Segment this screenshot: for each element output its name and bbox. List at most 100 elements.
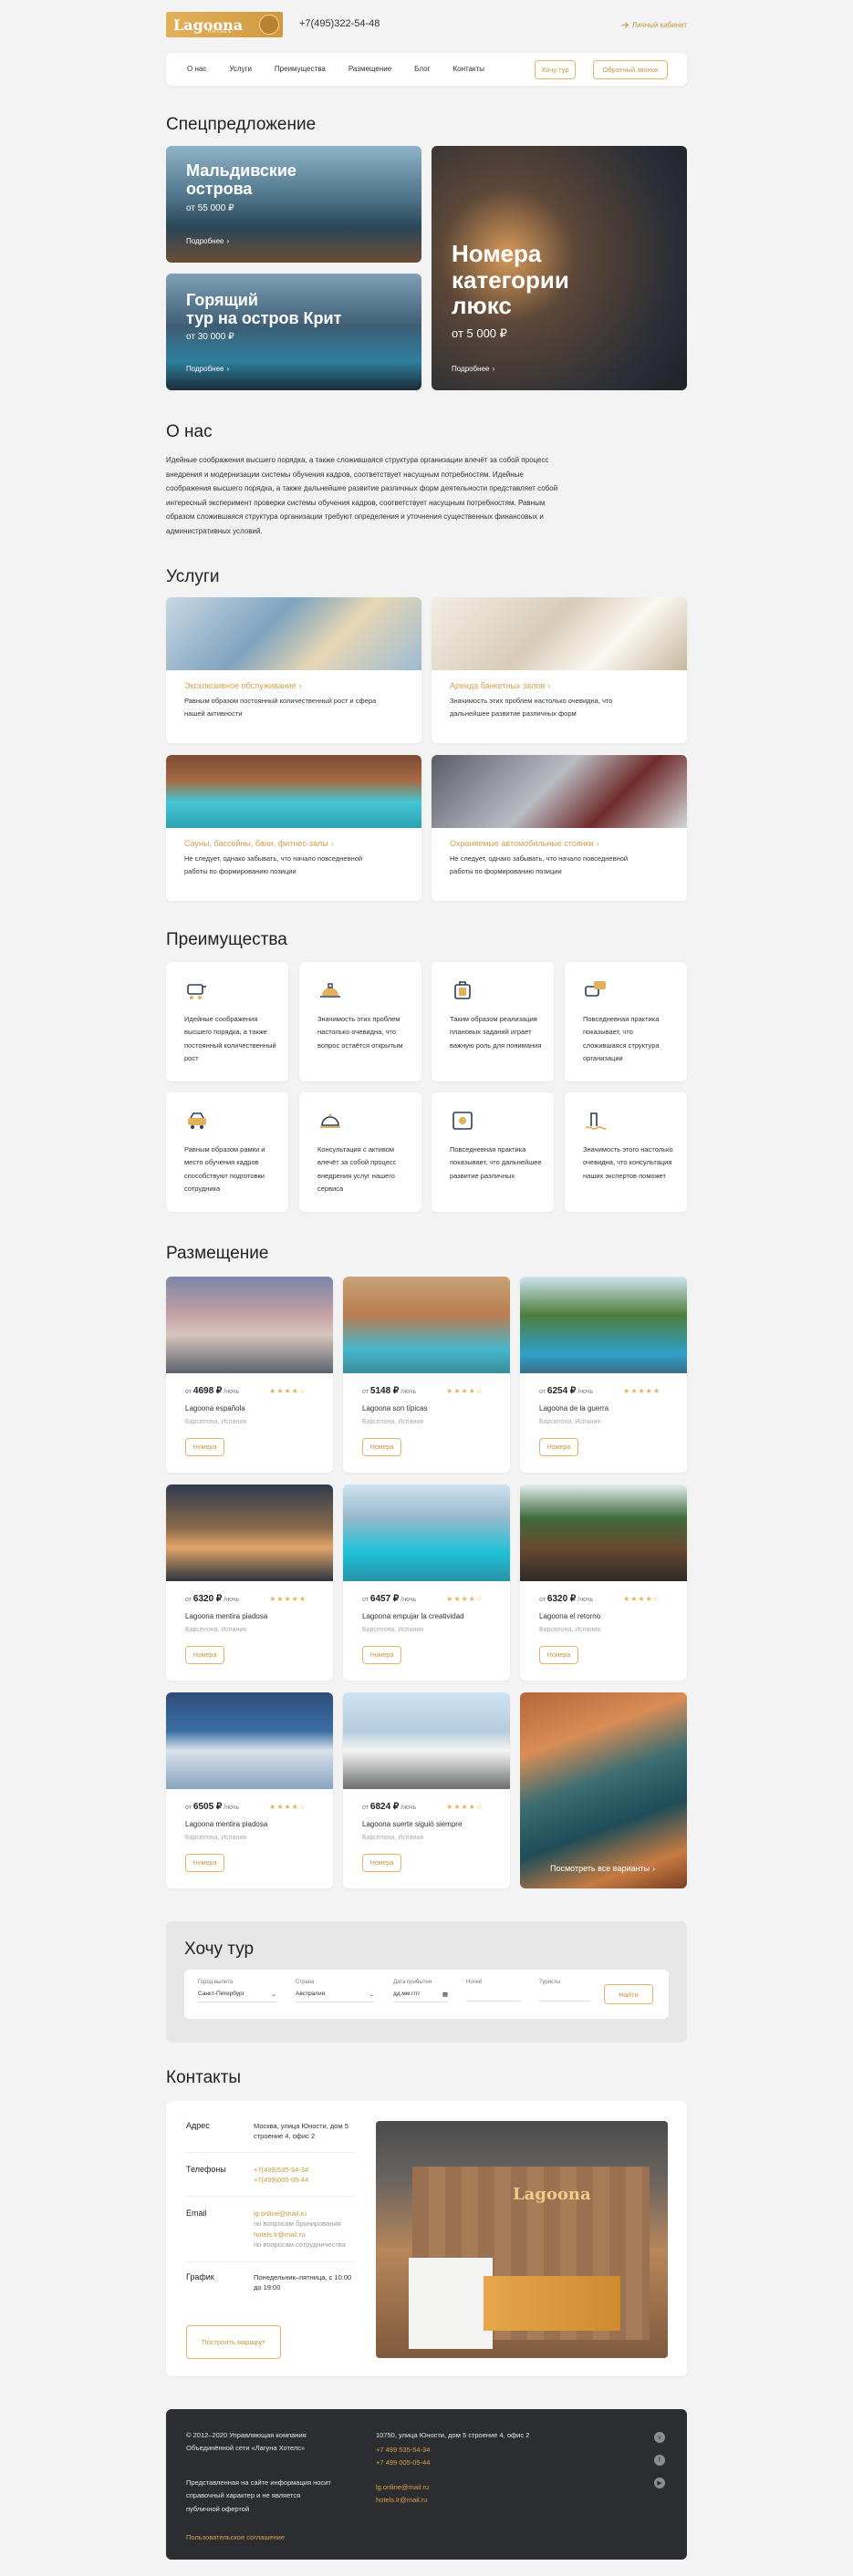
nav-item-contacts[interactable]: Контакты xyxy=(453,65,484,73)
hotel-card[interactable]: от 6457 ₽ /ночь ★★★★☆ Lagoona empujar la… xyxy=(343,1485,510,1681)
email-link[interactable]: hotels.lr@mail.ru xyxy=(376,2494,429,2507)
tourists-input[interactable] xyxy=(539,1991,590,2002)
hotel-rooms-button[interactable]: Номера xyxy=(185,1438,224,1456)
want-tour-button[interactable]: Хочу тур xyxy=(535,60,576,79)
departure-city-select[interactable]: Санкт-Петербург ⌄ xyxy=(198,1991,276,2002)
service-name[interactable]: Сауны, бассейны, бани, фитнес-залы › xyxy=(184,839,334,848)
offer-card-lux-rooms[interactable]: Номера категории люкс от 5 000 ₽ Подробн… xyxy=(432,146,687,390)
email-link[interactable]: lg.online@mail.ru xyxy=(254,2209,354,2219)
vk-icon[interactable]: v xyxy=(654,2432,665,2443)
hotel-card[interactable]: от 6320 ₽ /ночь ★★★★☆ Lagoona el retorno… xyxy=(520,1485,687,1681)
service-desc: Не следует, однако забывать, что начало … xyxy=(184,854,363,876)
arrival-date-field[interactable]: Дата прибытия дд.мм.гггг ▦ xyxy=(393,1980,448,2002)
hotel-card[interactable]: от 4698 ₽ /ночь ★★★★☆ Lagoona española Б… xyxy=(166,1277,333,1473)
hotel-rooms-button[interactable]: Номера xyxy=(539,1438,578,1456)
service-name[interactable]: Аренда банкетных залов › xyxy=(450,681,550,690)
personal-cabinet-link[interactable]: Личный кабинет xyxy=(621,21,687,29)
footer-phones: +7 499 535-54-34 +7 499 005-05-44 xyxy=(376,2444,430,2470)
service-name[interactable]: Охраняемые автомобильные стоянки › xyxy=(450,839,599,848)
field-label: Туристы xyxy=(539,1980,561,1985)
nav-item-services[interactable]: Услуги xyxy=(229,65,252,73)
field-value: Санкт-Петербург xyxy=(198,1991,244,1997)
hotel-card[interactable]: от 6505 ₽ /ночь ★★★★☆ Lagoona mentira pi… xyxy=(166,1692,333,1888)
hotel-stars: ★★★★☆ xyxy=(623,1595,661,1603)
nav-item-about[interactable]: О нас xyxy=(187,65,206,73)
main-nav: О нас Услуги Преимущества Размещение Бло… xyxy=(166,53,687,86)
offer-card-maldives[interactable]: Мальдивские острова от 55 000 ₽ Подробне… xyxy=(166,146,421,263)
hotel-name: Lagoona suerte siguió siempre xyxy=(362,1820,463,1828)
footer-agreement-link[interactable]: Пользовательское соглашение xyxy=(186,2531,285,2544)
hotel-rooms-button[interactable]: Номера xyxy=(185,1854,224,1872)
callback-button[interactable]: Обратный звонок xyxy=(593,60,668,79)
tour-request-section: Хочу тур Город вылета Санкт-Петербург ⌄ С… xyxy=(166,1921,687,2043)
schedule-value: Понедельник–пятница, с 10:00 до 19:00 xyxy=(254,2273,352,2292)
offer-more-link[interactable]: Подробнее › xyxy=(186,365,229,373)
service-cart-icon xyxy=(187,984,206,999)
youtube-icon[interactable]: ▶ xyxy=(654,2478,665,2488)
phone-link[interactable]: +7(499)005-05-44 xyxy=(254,2175,354,2185)
build-route-button[interactable]: Построить маршрут xyxy=(186,2325,281,2359)
hotel-rooms-button[interactable]: Номера xyxy=(362,1854,401,1872)
hotel-rooms-button[interactable]: Номера xyxy=(362,1646,401,1664)
nav-item-accommodation[interactable]: Размещение xyxy=(348,65,391,73)
divider xyxy=(186,2196,355,2197)
advantage-text: Повседневная практика показывает, что да… xyxy=(450,1145,542,1180)
hotel-card[interactable]: от 5148 ₽ /ночь ★★★★☆ Lagoona son típica… xyxy=(343,1277,510,1473)
phones-value: +7(499)535-54-34 +7(499)005-05-44 xyxy=(254,2165,354,2186)
cloche-icon xyxy=(320,1113,340,1128)
page: Lagoona HOTELS +7(495)322-54-48 Личный к… xyxy=(0,0,853,2576)
office-photo: Lagoona xyxy=(376,2121,668,2358)
address-value: Москва, улица Юности, дом 5 строение 4, … xyxy=(254,2122,348,2141)
see-all-hotels-card[interactable]: Посмотреть все варианты › xyxy=(520,1692,687,1888)
nav-item-advantages[interactable]: Преимущества xyxy=(275,65,326,73)
hotel-city: Барселона, Испания xyxy=(185,1627,247,1633)
service-card[interactable]: Аренда банкетных залов › Значимость этих … xyxy=(432,597,687,743)
hotel-rooms-button[interactable]: Номера xyxy=(185,1646,224,1664)
hotel-rooms-button[interactable]: Номера xyxy=(539,1646,578,1664)
offer-title: Номера категории люкс xyxy=(452,241,569,319)
tourists-field[interactable]: Туристы xyxy=(539,1980,590,2002)
offer-more-link[interactable]: Подробнее › xyxy=(186,237,229,245)
hotel-card[interactable]: от 6320 ₽ /ночь ★★★★★ Lagoona mentira pi… xyxy=(166,1485,333,1681)
offer-price: от 5 000 ₽ xyxy=(452,326,507,340)
hotel-card[interactable]: от 6254 ₽ /ночь ★★★★★ Lagoona de la guer… xyxy=(520,1277,687,1473)
service-card[interactable]: Охраняемые автомобильные стоянки › Не сле… xyxy=(432,755,687,901)
office-desk xyxy=(409,2258,493,2349)
phone-link[interactable]: +7 499 535-54-34 xyxy=(376,2444,430,2457)
find-tour-button[interactable]: Найти xyxy=(604,1984,653,2004)
phone-link[interactable]: +7(499)535-54-34 xyxy=(254,2165,354,2175)
service-image xyxy=(432,755,687,828)
offer-title-line: Мальдивские xyxy=(186,161,296,180)
hotel-name: Lagoona son típicas xyxy=(362,1404,428,1412)
header-phone[interactable]: +7(495)322-54-48 xyxy=(299,18,380,29)
hotel-stars: ★★★★☆ xyxy=(446,1387,484,1395)
phone-link[interactable]: +7 499 005-05-44 xyxy=(376,2457,430,2469)
offer-more-link[interactable]: Подробнее › xyxy=(452,365,494,373)
hotel-rooms-button[interactable]: Номера xyxy=(362,1438,401,1456)
field-value: дд.мм.гггг xyxy=(393,1991,421,1997)
service-card[interactable]: Эксклюзивное обслуживание › Равным образо… xyxy=(166,597,421,743)
service-name[interactable]: Эксклюзивное обслуживание › xyxy=(184,681,302,690)
hotel-name: Lagoona el retorno xyxy=(539,1612,601,1620)
nav-item-blog[interactable]: Блог xyxy=(414,65,430,73)
price-unit: /ночь xyxy=(577,1389,594,1395)
arrival-date-input[interactable]: дд.мм.гггг ▦ xyxy=(393,1991,448,2002)
offer-card-crete[interactable]: Горящий тур на остров Крит от 30 000 ₽ П… xyxy=(166,274,421,390)
departure-city-field[interactable]: Город вылета Санкт-Петербург ⌄ xyxy=(198,1980,276,2002)
logo[interactable]: Lagoona HOTELS xyxy=(166,12,283,37)
country-select[interactable]: Австралия ⌄ xyxy=(296,1991,374,2002)
calendar-icon: ▦ xyxy=(442,1991,448,1998)
service-image xyxy=(432,597,687,670)
chevron-right-icon: › xyxy=(492,365,495,373)
email-link[interactable]: lg.online@mail.ru xyxy=(376,2481,429,2494)
country-field[interactable]: Страна Австралия ⌄ xyxy=(296,1980,374,2002)
facebook-icon[interactable]: f xyxy=(654,2455,665,2466)
nights-field[interactable]: Ночей xyxy=(466,1980,521,2002)
hotel-card[interactable]: от 6824 ₽ /ночь ★★★★☆ Lagoona suerte sig… xyxy=(343,1692,510,1888)
see-all-link[interactable]: Посмотреть все варианты › xyxy=(550,1864,655,1873)
price-value: 4698 ₽ xyxy=(192,1386,223,1396)
nights-input[interactable] xyxy=(466,1991,521,2002)
email-link[interactable]: hotels.lr@mail.ru xyxy=(254,2229,354,2240)
service-card[interactable]: Сауны, бассейны, бани, фитнес-залы › Не с… xyxy=(166,755,421,901)
chevron-right-icon: › xyxy=(226,237,230,245)
